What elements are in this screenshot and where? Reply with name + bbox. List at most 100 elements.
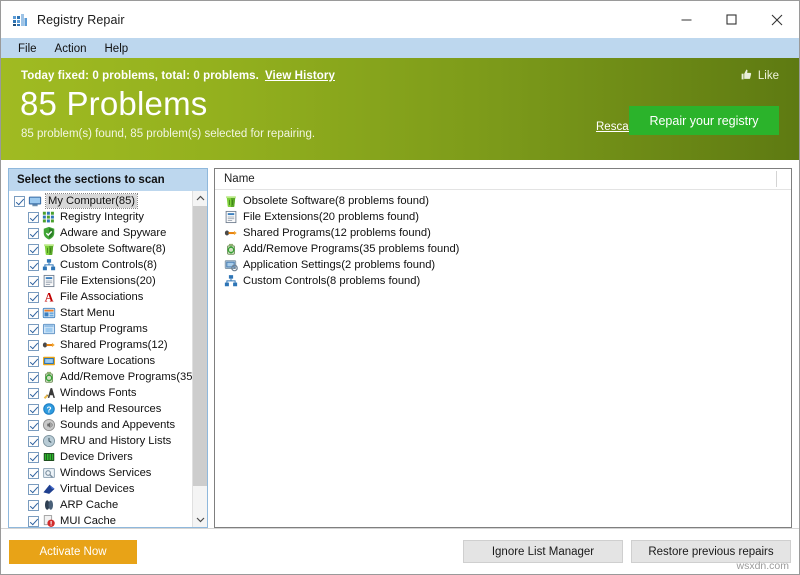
gear-green-icon (42, 370, 56, 384)
sidebar-item-label: Windows Fonts (60, 387, 137, 399)
sidebar-item-file-associations[interactable]: A File Associations (9, 289, 192, 305)
sidebar-item-windows-services[interactable]: Windows Services (9, 465, 192, 481)
scrollbar-track[interactable] (193, 206, 207, 512)
mui-error-icon (42, 514, 56, 527)
checkbox-add-remove-programs-35[interactable] (28, 371, 39, 383)
sidebar-item-file-extensions-20[interactable]: File Extensions(20) (9, 273, 192, 289)
checkbox-obsolete-software-8[interactable] (28, 243, 39, 255)
thumbs-up-icon (740, 68, 753, 84)
sidebar-item-label: Sounds and Appevents (60, 419, 176, 431)
menu-file[interactable]: File (9, 39, 46, 59)
repair-registry-button[interactable]: Repair your registry (629, 106, 779, 135)
sidebar-item-arp-cache[interactable]: ARP Cache (9, 497, 192, 513)
sidebar-item-label: Adware and Spyware (60, 227, 167, 239)
services-icon (42, 466, 56, 480)
checkbox-file-associations[interactable] (28, 291, 39, 303)
checkbox-windows-services[interactable] (28, 467, 39, 479)
sidebar-item-sounds-and-appevents[interactable]: Sounds and Appevents (9, 417, 192, 433)
sidebar-item-label: Shared Programs(12) (60, 339, 168, 351)
chevron-down-icon[interactable] (193, 512, 207, 527)
chevron-up-icon[interactable] (193, 191, 207, 206)
sidebar-item-adware-and-spyware[interactable]: Adware and Spyware (9, 225, 192, 241)
minimize-button[interactable] (664, 1, 709, 38)
menu-help[interactable]: Help (96, 39, 138, 59)
shared-link-icon (42, 338, 56, 352)
chip-icon (42, 450, 56, 464)
sidebar-item-label: Help and Resources (60, 403, 162, 415)
close-button[interactable] (754, 1, 799, 38)
checkbox-shared-programs-12[interactable] (28, 339, 39, 351)
checkbox-windows-fonts[interactable] (28, 387, 39, 399)
checkbox-my-computer[interactable] (14, 195, 25, 207)
recycle-bin-icon (42, 242, 56, 256)
speaker-icon (42, 418, 56, 432)
scrollbar-thumb[interactable] (193, 206, 207, 486)
sidebar-item-add-remove-programs-35[interactable]: Add/Remove Programs(35) (9, 369, 192, 385)
maximize-button[interactable] (709, 1, 754, 38)
sidebar-item-registry-integrity[interactable]: Registry Integrity (9, 209, 192, 225)
sidebar-item-virtual-devices[interactable]: Virtual Devices (9, 481, 192, 497)
checkbox-sounds-and-appevents[interactable] (28, 419, 39, 431)
sidebar-item-label: Custom Controls(8) (60, 259, 157, 271)
result-row-application-settings-2-problems-found[interactable]: Application Settings(2 problems found) (215, 257, 791, 273)
problem-summary-text: 85 problem(s) found, 85 problem(s) selec… (21, 128, 316, 140)
checkbox-file-extensions-20[interactable] (28, 275, 39, 287)
sidebar-item-shared-programs-12[interactable]: Shared Programs(12) (9, 337, 192, 353)
sidebar-item-my-computer[interactable]: My Computer(85) (9, 193, 192, 209)
column-divider[interactable] (776, 171, 777, 187)
result-row-custom-controls-8-problems-found[interactable]: Custom Controls(8 problems found) (215, 273, 791, 289)
title-bar: Registry Repair (1, 1, 799, 38)
activate-now-button[interactable]: Activate Now (9, 539, 137, 564)
menu-action[interactable]: Action (46, 39, 96, 59)
sections-panel: Select the sections to scan My Computer(… (8, 168, 208, 528)
checkbox-virtual-devices[interactable] (28, 483, 39, 495)
sections-tree[interactable]: My Computer(85) Registry Integrity Adware … (9, 191, 192, 527)
sidebar-item-help-and-resources[interactable]: ? Help and Resources (9, 401, 192, 417)
sidebar-item-device-drivers[interactable]: Device Drivers (9, 449, 192, 465)
like-button[interactable]: Like (740, 68, 779, 84)
checkbox-custom-controls-8[interactable] (28, 259, 39, 271)
software-folder-icon (42, 354, 56, 368)
results-panel: Name Obsolete Software(8 problems found)… (214, 168, 792, 528)
result-row-obsolete-software-8-problems-found[interactable]: Obsolete Software(8 problems found) (215, 193, 791, 209)
sidebar-item-label: Virtual Devices (60, 483, 135, 495)
results-column-header: Name (215, 169, 791, 190)
checkbox-arp-cache[interactable] (28, 499, 39, 511)
sidebar-item-label: Windows Services (60, 467, 152, 479)
sidebar-item-mru-and-history-lists[interactable]: MRU and History Lists (9, 433, 192, 449)
sidebar-item-software-locations[interactable]: Software Locations (9, 353, 192, 369)
sections-tree-wrapper: My Computer(85) Registry Integrity Adware … (9, 191, 207, 527)
checkbox-adware-and-spyware[interactable] (28, 227, 39, 239)
result-row-shared-programs-12-problems-found[interactable]: Shared Programs(12 problems found) (215, 225, 791, 241)
results-list[interactable]: Obsolete Software(8 problems found) File … (215, 190, 791, 527)
checkbox-help-and-resources[interactable] (28, 403, 39, 415)
watermark: wsxdn.com (736, 560, 789, 572)
result-row-label: Application Settings(2 problems found) (243, 259, 436, 271)
checkbox-mui-cache[interactable] (28, 515, 39, 527)
sidebar-item-custom-controls-8[interactable]: Custom Controls(8) (9, 257, 192, 273)
status-banner: Today fixed: 0 problems, total: 0 proble… (1, 58, 799, 160)
window-title: Registry Repair (37, 12, 125, 27)
checkbox-device-drivers[interactable] (28, 451, 39, 463)
font-icon (42, 386, 56, 400)
checkbox-software-locations[interactable] (28, 355, 39, 367)
view-history-link[interactable]: View History (265, 70, 335, 82)
checkbox-registry-integrity[interactable] (28, 211, 39, 223)
window-controls (664, 1, 799, 38)
checkbox-startup-programs[interactable] (28, 323, 39, 335)
sidebar-item-mui-cache[interactable]: MUI Cache (9, 513, 192, 527)
sidebar-item-label: File Extensions(20) (60, 275, 156, 287)
sections-scrollbar[interactable] (192, 191, 207, 527)
result-row-file-extensions-20-problems-found[interactable]: File Extensions(20 problems found) (215, 209, 791, 225)
checkbox-start-menu[interactable] (28, 307, 39, 319)
sidebar-item-windows-fonts[interactable]: Windows Fonts (9, 385, 192, 401)
sidebar-item-startup-programs[interactable]: Startup Programs (9, 321, 192, 337)
ignore-list-manager-button[interactable]: Ignore List Manager (463, 540, 623, 563)
arp-cache-icon (42, 498, 56, 512)
column-header-name[interactable]: Name (215, 173, 255, 185)
result-row-add-remove-programs-35-problems-found[interactable]: Add/Remove Programs(35 problems found) (215, 241, 791, 257)
sidebar-item-obsolete-software-8[interactable]: Obsolete Software(8) (9, 241, 192, 257)
like-label: Like (757, 70, 779, 82)
checkbox-mru-and-history-lists[interactable] (28, 435, 39, 447)
sidebar-item-start-menu[interactable]: Start Menu (9, 305, 192, 321)
